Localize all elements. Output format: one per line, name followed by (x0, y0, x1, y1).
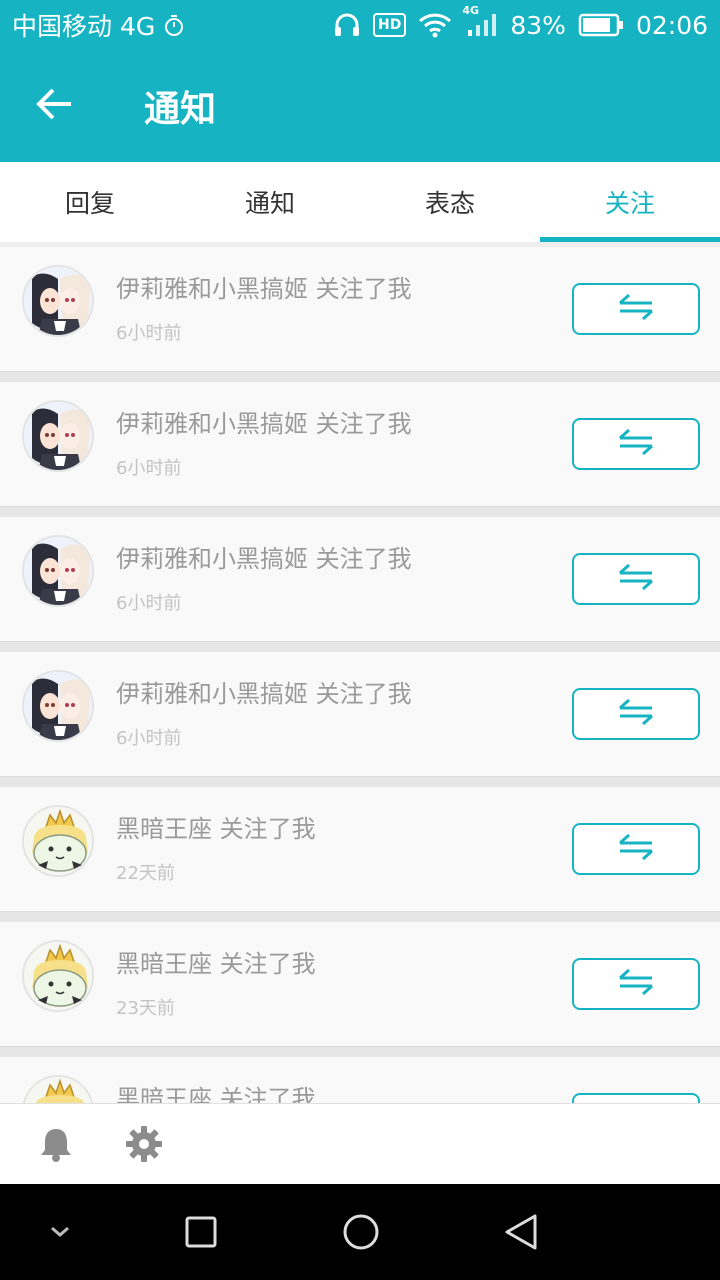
item-text: 黑暗王座 关注了我 (116, 1085, 316, 1103)
mutual-follow-button[interactable] (572, 958, 700, 1010)
mutual-follow-button[interactable] (572, 688, 700, 740)
item-time: 6小时前 (116, 458, 182, 479)
tab-following[interactable]: 关注 (540, 162, 720, 242)
avatar[interactable] (22, 805, 94, 877)
list-item[interactable]: 黑暗王座 关注了我 (0, 1057, 720, 1103)
battery-icon (578, 13, 624, 37)
tab-notifications[interactable]: 通知 (180, 162, 360, 242)
item-time: 23天前 (116, 998, 175, 1019)
mutual-follow-arrows-icon (616, 697, 656, 731)
square-icon[interactable] (151, 1184, 251, 1280)
arrow-left-icon (35, 86, 75, 126)
avatar[interactable] (22, 670, 94, 742)
triangle-back-icon[interactable] (471, 1184, 571, 1280)
mutual-follow-arrows-icon (616, 562, 656, 596)
mutual-follow-arrows-icon (616, 967, 656, 1001)
tab-bar: 回复 通知 表态 关注 (0, 162, 720, 242)
mutual-follow-button[interactable] (572, 418, 700, 470)
list-item[interactable]: 黑暗王座 关注了我 23天前 (0, 922, 720, 1047)
carrier-label: 中国移动 4G (12, 12, 156, 41)
battery-percent: 83% (510, 10, 566, 40)
list-item[interactable]: 伊莉雅和小黑搞姬 关注了我 6小时前 (0, 517, 720, 642)
tab-replies[interactable]: 回复 (0, 162, 180, 242)
circle-icon[interactable] (311, 1184, 411, 1280)
back-button[interactable] (0, 50, 110, 162)
gear-icon[interactable] (100, 1104, 188, 1185)
mutual-follow-arrows-icon (616, 292, 656, 326)
system-nav-bar (0, 1184, 720, 1280)
item-text: 黑暗王座 关注了我 (116, 815, 316, 843)
mutual-follow-button[interactable] (572, 283, 700, 335)
bottom-toolbar (0, 1103, 720, 1184)
item-time: 22天前 (116, 863, 175, 884)
list-item[interactable]: 伊莉雅和小黑搞姬 关注了我 6小时前 (0, 247, 720, 372)
signal-icon: 4G (462, 4, 498, 38)
item-time: 6小时前 (116, 323, 182, 344)
mutual-follow-arrows-icon (616, 832, 656, 866)
list-item[interactable]: 伊莉雅和小黑搞姬 关注了我 6小时前 (0, 382, 720, 507)
bell-icon[interactable] (12, 1104, 100, 1185)
avatar[interactable] (22, 1075, 94, 1103)
tab-reactions[interactable]: 表态 (360, 162, 540, 242)
notification-list[interactable]: 伊莉雅和小黑搞姬 关注了我 6小时前 伊莉雅和小黑搞姬 关注了我 6小时前 伊莉雅和小黑… (0, 247, 720, 1103)
avatar[interactable] (22, 535, 94, 607)
avatar[interactable] (22, 940, 94, 1012)
wifi-icon (418, 12, 452, 38)
app-bar: 通知 (0, 50, 720, 162)
chevron-down-icon[interactable] (10, 1184, 110, 1280)
item-time: 6小时前 (116, 593, 182, 614)
list-item[interactable]: 黑暗王座 关注了我 22天前 (0, 787, 720, 912)
page-title: 通知 (144, 89, 217, 130)
headphones-icon (333, 12, 361, 38)
mutual-follow-arrows-icon (616, 427, 656, 461)
network-badge: 4G (462, 4, 480, 17)
status-bar: 中国移动 4G HD 4G 83% 02:06 (0, 0, 720, 50)
stopwatch-icon (163, 13, 185, 37)
hd-badge: HD (373, 13, 407, 37)
list-item[interactable]: 伊莉雅和小黑搞姬 关注了我 6小时前 (0, 652, 720, 777)
item-text: 黑暗王座 关注了我 (116, 950, 316, 978)
avatar[interactable] (22, 265, 94, 337)
mutual-follow-button[interactable] (572, 553, 700, 605)
mutual-follow-button[interactable] (572, 823, 700, 875)
item-time: 6小时前 (116, 728, 182, 749)
clock: 02:06 (635, 10, 708, 40)
item-text: 伊莉雅和小黑搞姬 关注了我 (116, 410, 412, 438)
item-text: 伊莉雅和小黑搞姬 关注了我 (116, 680, 412, 708)
avatar[interactable] (22, 400, 94, 472)
mutual-follow-button[interactable] (572, 1093, 700, 1103)
item-text: 伊莉雅和小黑搞姬 关注了我 (116, 545, 412, 573)
item-text: 伊莉雅和小黑搞姬 关注了我 (116, 275, 412, 303)
